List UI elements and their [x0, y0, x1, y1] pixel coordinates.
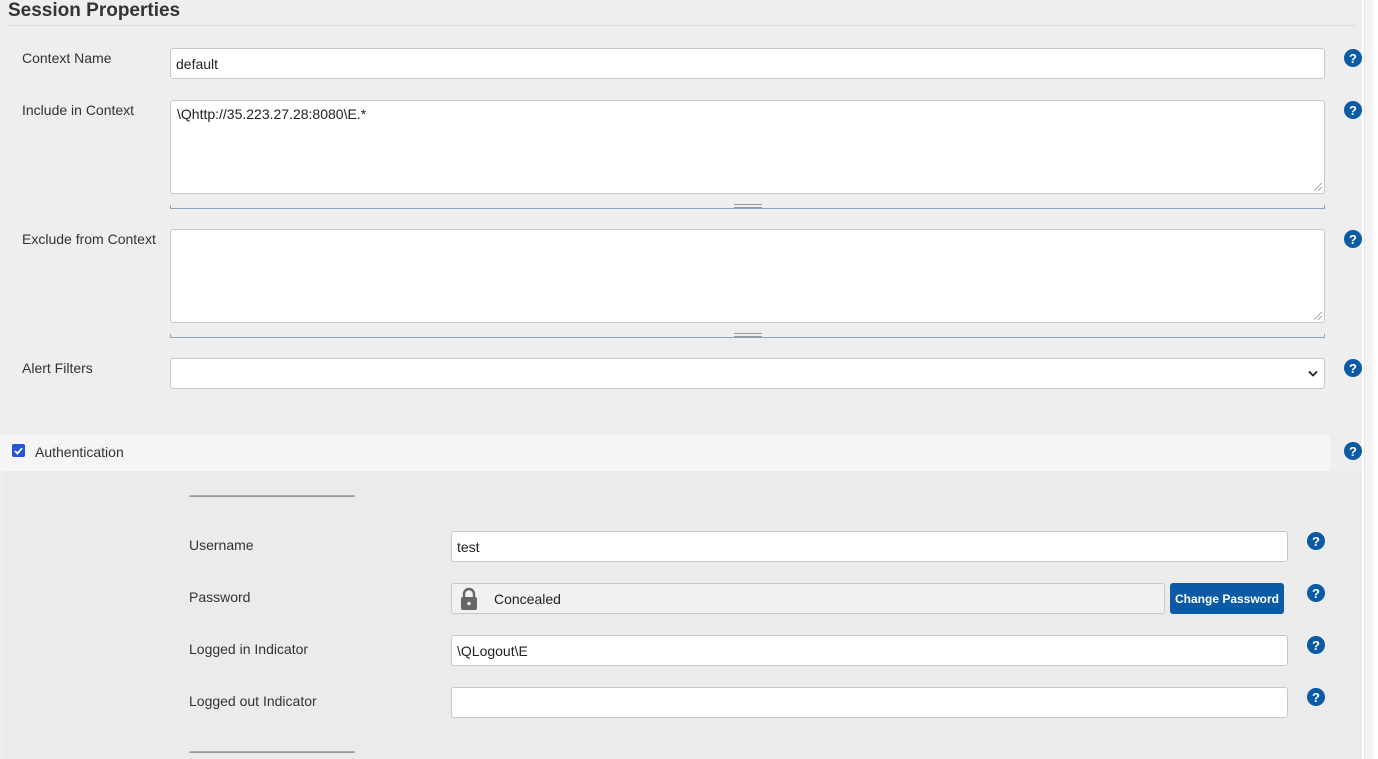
- change-password-button[interactable]: Change Password: [1170, 583, 1284, 614]
- authentication-header: [0, 435, 1330, 471]
- context-name-help-icon[interactable]: ?: [1344, 49, 1362, 67]
- title-divider: [8, 25, 1356, 26]
- exclude-from-context-textarea[interactable]: [170, 229, 1325, 323]
- logged-out-indicator-help-icon[interactable]: ?: [1307, 688, 1325, 706]
- authentication-help-icon[interactable]: ?: [1344, 442, 1362, 460]
- password-value: Concealed: [494, 590, 561, 607]
- password-help-icon[interactable]: ?: [1307, 584, 1325, 602]
- authentication-label: Authentication: [35, 444, 124, 460]
- page-title: Session Properties: [8, 0, 181, 21]
- textarea-resize-grip-icon[interactable]: [1314, 312, 1322, 320]
- include-in-context-textarea[interactable]: \Qhttp://35.223.27.28:8080\E.*: [170, 100, 1325, 194]
- context-name-value: default: [176, 55, 219, 72]
- scrollbar-thumb[interactable]: [1364, 0, 1373, 759]
- alert-filters-label: Alert Filters: [22, 360, 93, 376]
- logged-out-indicator-label: Logged out Indicator: [189, 693, 317, 709]
- lock-icon: [461, 587, 477, 610]
- checkmark-icon: [14, 447, 23, 455]
- exclude-resize-handle-icon[interactable]: [734, 333, 762, 337]
- password-field: Concealed: [451, 583, 1165, 614]
- username-value: test: [457, 538, 480, 555]
- logged-in-indicator-value: \QLogout\E: [457, 642, 528, 659]
- include-in-context-value: \Qhttp://35.223.27.28:8080\E.*: [177, 106, 367, 122]
- authentication-checkbox[interactable]: [12, 444, 25, 457]
- include-in-context-help-icon[interactable]: ?: [1344, 101, 1362, 119]
- exclude-from-context-help-icon[interactable]: ?: [1344, 230, 1362, 248]
- textarea-resize-grip-icon[interactable]: [1314, 183, 1322, 191]
- context-name-label: Context Name: [22, 50, 112, 66]
- context-name-input[interactable]: default: [170, 48, 1325, 79]
- section-separator-top: ----------------------------------------…: [189, 490, 355, 502]
- username-help-icon[interactable]: ?: [1307, 532, 1325, 550]
- password-label: Password: [189, 589, 251, 605]
- logged-in-indicator-label: Logged in Indicator: [189, 641, 309, 657]
- logged-out-indicator-input[interactable]: [451, 687, 1288, 718]
- username-label: Username: [189, 537, 254, 553]
- chevron-down-icon: [1308, 370, 1318, 377]
- section-separator-bottom: ----------------------------------------…: [189, 746, 355, 758]
- logged-in-indicator-help-icon[interactable]: ?: [1307, 636, 1325, 654]
- alert-filters-help-icon[interactable]: ?: [1344, 359, 1362, 377]
- alert-filters-select[interactable]: [170, 358, 1325, 389]
- include-resize-handle-icon[interactable]: [734, 204, 762, 208]
- include-in-context-label: Include in Context: [22, 102, 135, 118]
- exclude-from-context-label: Exclude from Context: [22, 231, 156, 247]
- logged-in-indicator-input[interactable]: \QLogout\E: [451, 635, 1288, 666]
- username-input[interactable]: test: [451, 531, 1288, 562]
